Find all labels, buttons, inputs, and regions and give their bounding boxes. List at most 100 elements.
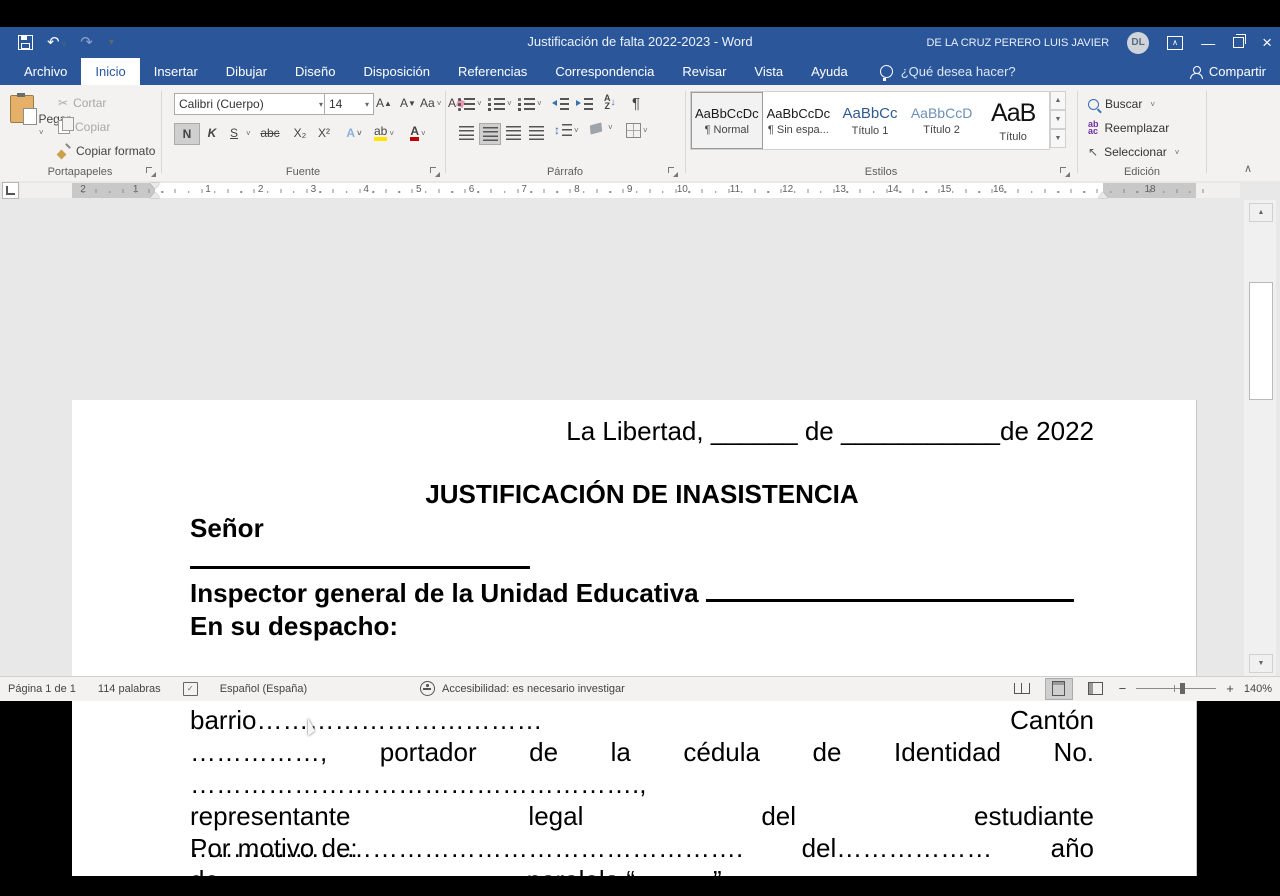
shrink-font-button[interactable]: A▼ (396, 93, 420, 113)
tab-ayuda[interactable]: Ayuda (797, 58, 862, 85)
find-button[interactable]: Buscar˅ (1088, 94, 1155, 114)
grow-font-button[interactable]: A▲ (372, 93, 396, 113)
body-line: de ……………………………. paralelo “………”, (190, 864, 1094, 896)
bold-button[interactable]: N (174, 123, 200, 145)
underline-dropdown-icon[interactable]: ˅ (246, 129, 251, 138)
language-indicator[interactable]: Español (España) (220, 683, 307, 695)
accessibility-status[interactable]: Accesibilidad: es necesario investigar (420, 677, 625, 700)
strikethrough-button[interactable]: abc (258, 123, 282, 143)
text-effects-button[interactable]: A˅ (342, 123, 366, 143)
zoom-out-button[interactable]: − (1119, 681, 1127, 696)
body-line: ……………, portador de la cédula de Identida… (190, 736, 1094, 800)
styles-gallery-expand-icon[interactable]: ▼ (1050, 129, 1066, 148)
styles-scroll-down-icon[interactable]: ▼ (1050, 110, 1066, 129)
share-button[interactable]: Compartir (1190, 58, 1266, 85)
styles-dialog-launcher-icon[interactable] (1060, 167, 1070, 177)
subscript-button[interactable]: X₂ (288, 123, 312, 143)
align-center-button[interactable] (479, 123, 501, 145)
read-mode-button[interactable] (1009, 679, 1035, 699)
clipboard-dialog-launcher-icon[interactable] (146, 167, 156, 177)
tab-inicio[interactable]: Inicio (81, 58, 139, 85)
select-button[interactable]: ↖ Seleccionar˅ (1088, 142, 1179, 162)
decrease-indent-button[interactable] (552, 97, 569, 109)
save-icon[interactable] (18, 35, 33, 50)
right-indent-marker[interactable] (1098, 192, 1108, 198)
style-título[interactable]: AaBTítulo (977, 92, 1049, 149)
document-page[interactable]: La Libertad, ______ de ___________de 202… (72, 400, 1197, 876)
style-título1[interactable]: AaBbCcTítulo 1 (834, 92, 906, 149)
user-name[interactable]: DE LA CRUZ PERERO LUIS JAVIER (926, 37, 1109, 49)
styles-scroll-up-icon[interactable]: ▲ (1050, 91, 1066, 110)
tab-archivo[interactable]: Archivo (10, 58, 81, 85)
align-left-button[interactable] (456, 123, 476, 143)
change-case-button[interactable]: Aa˅ (418, 93, 443, 113)
highlight-button[interactable]: ab˅ (372, 123, 396, 143)
first-line-indent-marker[interactable] (150, 183, 160, 189)
italic-button[interactable]: K (200, 123, 224, 143)
justify-button[interactable] (526, 123, 546, 143)
underline-button[interactable]: S (222, 123, 246, 143)
minimize-button[interactable]: — (1201, 36, 1215, 50)
paragraph-group: ˅ ˅ ˅ AZ↓ ¶ ↕˅ ˅ ˅ Párrafo (446, 85, 684, 181)
style-normal[interactable]: AaBbCcDc¶ Normal (691, 92, 763, 149)
zoom-slider[interactable] (1136, 688, 1216, 690)
font-color-button[interactable]: A˅ (406, 123, 430, 143)
word-count[interactable]: 114 palabras (98, 683, 161, 695)
cut-button[interactable]: ✂Cortar (58, 96, 106, 110)
share-person-icon (1190, 66, 1202, 78)
tab-selector[interactable] (2, 182, 19, 199)
numbering-button[interactable]: ˅ (488, 97, 512, 109)
bullets-button[interactable]: ˅ (458, 97, 482, 109)
undo-button[interactable]: ↶˅ (47, 34, 66, 52)
paragraph-dialog-launcher-icon[interactable] (668, 167, 678, 177)
horizontal-ruler[interactable]: 211234567891011121314151618 (20, 183, 1240, 198)
print-layout-button[interactable] (1045, 678, 1073, 700)
restore-button[interactable] (1233, 37, 1244, 48)
redo-icon[interactable]: ↷ (80, 35, 93, 50)
style-título2[interactable]: AaBbCcDTítulo 2 (906, 92, 978, 149)
font-family-combo[interactable]: Calibri (Cuerpo)▾ (174, 93, 328, 115)
tell-me-box[interactable]: ¿Qué desea hacer? (862, 58, 1016, 85)
increase-indent-button[interactable] (576, 97, 593, 109)
tab-correspondencia[interactable]: Correspondencia (541, 58, 668, 85)
replace-button[interactable]: abac Reemplazar (1088, 118, 1169, 138)
line-spacing-button[interactable]: ↕˅ (554, 123, 579, 137)
tab-revisar[interactable]: Revisar (668, 58, 740, 85)
zoom-slider-thumb[interactable] (1180, 683, 1185, 694)
align-right-icon (506, 126, 521, 140)
styles-group: AaBbCcDc¶ NormalAaBbCcDc¶ Sin espa...AaB… (686, 85, 1076, 181)
tab-disposición[interactable]: Disposición (349, 58, 443, 85)
web-layout-button[interactable] (1083, 679, 1109, 699)
close-button[interactable]: × (1262, 34, 1272, 51)
show-marks-button[interactable]: ¶ (632, 95, 640, 112)
borders-button[interactable]: ˅ (626, 123, 648, 138)
align-right-button[interactable] (503, 123, 523, 143)
sort-button[interactable]: AZ↓ (604, 94, 616, 110)
tab-insertar[interactable]: Insertar (140, 58, 212, 85)
font-size-combo[interactable]: 14▾ (324, 93, 374, 115)
style-sinespa[interactable]: AaBbCcDc¶ Sin espa... (763, 92, 835, 149)
collapse-ribbon-icon[interactable]: ∧ (1244, 162, 1252, 175)
shading-button[interactable]: ˅ (590, 123, 613, 132)
tab-dibujar[interactable]: Dibujar (212, 58, 281, 85)
font-dialog-launcher-icon[interactable] (430, 167, 440, 177)
tab-vista[interactable]: Vista (740, 58, 797, 85)
superscript-button[interactable]: X² (312, 123, 336, 143)
zoom-level[interactable]: 140% (1244, 683, 1272, 695)
vertical-scrollbar[interactable]: ▲ ▼ (1244, 200, 1276, 676)
zoom-in-button[interactable]: + (1226, 681, 1234, 696)
copy-button[interactable]: Copiar (58, 120, 110, 134)
tab-referencias[interactable]: Referencias (444, 58, 541, 85)
format-painter-button[interactable]: Copiar formato (58, 144, 155, 158)
scroll-down-icon[interactable]: ▼ (1249, 654, 1273, 673)
tab-diseño[interactable]: Diseño (281, 58, 349, 85)
hanging-indent-marker[interactable] (150, 192, 160, 198)
avatar[interactable]: DL (1127, 32, 1149, 54)
customize-qat-icon[interactable]: ▾ (109, 37, 114, 48)
ribbon-display-options-icon[interactable]: ∧ (1167, 36, 1183, 50)
scrollbar-thumb[interactable] (1249, 282, 1273, 400)
proofing-icon[interactable]: ✓ (183, 682, 198, 696)
page-indicator[interactable]: Página 1 de 1 (8, 683, 76, 695)
multilevel-list-button[interactable]: ˅ (518, 97, 542, 109)
scroll-up-icon[interactable]: ▲ (1249, 203, 1273, 222)
